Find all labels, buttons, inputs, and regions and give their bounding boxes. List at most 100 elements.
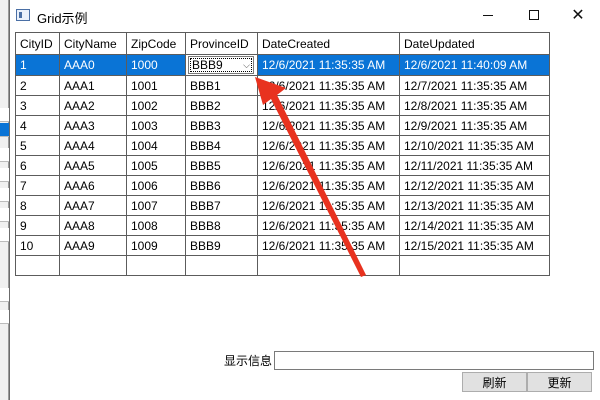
cell-dateupdated[interactable]: 12/11/2021 11:35:35 AM — [399, 155, 550, 176]
refresh-button[interactable]: 刷新 — [462, 372, 527, 392]
cell-zipcode[interactable]: 1000 — [126, 54, 186, 76]
cell-cityid[interactable]: 5 — [15, 135, 60, 156]
column-header-datecreated[interactable]: DateCreated — [257, 32, 400, 55]
cell-datecreated[interactable]: 12/6/2021 11:35:35 AM — [257, 115, 400, 136]
cell-datecreated[interactable]: 12/6/2021 11:35:35 AM — [257, 75, 400, 96]
cell-zipcode[interactable]: 1001 — [126, 75, 186, 96]
cell-datecreated[interactable]: 12/6/2021 11:35:35 AM — [257, 95, 400, 116]
cell-dateupdated[interactable]: 12/9/2021 11:35:35 AM — [399, 115, 550, 136]
background-row — [0, 188, 9, 202]
table-row[interactable]: 1 AAA0 1000 BBB9 ⌵ 12/6/2021 11:35:35 AM 12/6/… — [15, 54, 550, 76]
minimize-button[interactable] — [465, 0, 511, 30]
chevron-down-icon[interactable]: ⌵ — [243, 60, 250, 71]
cell-provinceid[interactable]: BBB9 ⌵ — [185, 54, 258, 76]
cell-dateupdated[interactable]: 12/7/2021 11:35:35 AM — [399, 75, 550, 96]
cell-cityid[interactable]: 10 — [15, 235, 60, 256]
cell-provinceid[interactable]: BBB8 — [185, 215, 258, 236]
cell-cityid[interactable]: 2 — [15, 75, 60, 96]
province-combobox[interactable]: BBB9 ⌵ — [188, 56, 254, 74]
empty-cell[interactable] — [15, 255, 60, 276]
cell-cityname[interactable]: AAA2 — [59, 95, 127, 116]
close-icon: ✕ — [571, 7, 585, 24]
empty-cell[interactable] — [399, 255, 550, 276]
cell-cityid[interactable]: 8 — [15, 195, 60, 216]
cell-cityid[interactable]: 6 — [15, 155, 60, 176]
cell-cityname[interactable]: AAA1 — [59, 75, 127, 96]
table-row[interactable]: 8 AAA7 1007 BBB7 12/6/2021 11:35:35 AM 12/13/… — [15, 195, 550, 216]
data-grid: CityID CityName ZipCode ProvinceID DateC… — [15, 32, 550, 276]
cell-zipcode[interactable]: 1005 — [126, 155, 186, 176]
column-header-cityid[interactable]: CityID — [15, 32, 60, 55]
column-header-dateupdated[interactable]: DateUpdated — [399, 32, 550, 55]
column-header-zipcode[interactable]: ZipCode — [126, 32, 186, 55]
cell-cityname[interactable]: AAA6 — [59, 175, 127, 196]
cell-provinceid[interactable]: BBB7 — [185, 195, 258, 216]
empty-cell[interactable] — [257, 255, 400, 276]
cell-datecreated[interactable]: 12/6/2021 11:35:35 AM — [257, 155, 400, 176]
table-row[interactable]: 2 AAA1 1001 BBB1 12/6/2021 11:35:35 AM 12/7/2… — [15, 75, 550, 96]
cell-cityname[interactable]: AAA9 — [59, 235, 127, 256]
table-row[interactable]: 5 AAA4 1004 BBB4 12/6/2021 11:35:35 AM 12/10/… — [15, 135, 550, 156]
cell-cityname[interactable]: AAA8 — [59, 215, 127, 236]
grid-header-row: CityID CityName ZipCode ProvinceID DateC… — [15, 32, 550, 55]
cell-provinceid[interactable]: BBB9 — [185, 235, 258, 256]
cell-cityid[interactable]: 4 — [15, 115, 60, 136]
cell-datecreated[interactable]: 12/6/2021 11:35:35 AM — [257, 235, 400, 256]
cell-dateupdated[interactable]: 12/12/2021 11:35:35 AM — [399, 175, 550, 196]
empty-cell[interactable] — [126, 255, 186, 276]
cell-cityname[interactable]: AAA3 — [59, 115, 127, 136]
cell-zipcode[interactable]: 1009 — [126, 235, 186, 256]
cell-provinceid[interactable]: BBB5 — [185, 155, 258, 176]
new-row-placeholder[interactable] — [15, 255, 550, 276]
update-button[interactable]: 更新 — [527, 372, 592, 392]
cell-zipcode[interactable]: 1007 — [126, 195, 186, 216]
cell-cityid[interactable]: 3 — [15, 95, 60, 116]
cell-provinceid[interactable]: BBB1 — [185, 75, 258, 96]
cell-dateupdated[interactable]: 12/8/2021 11:35:35 AM — [399, 95, 550, 116]
cell-dateupdated[interactable]: 12/13/2021 11:35:35 AM — [399, 195, 550, 216]
cell-cityname[interactable]: AAA5 — [59, 155, 127, 176]
cell-datecreated[interactable]: 12/6/2021 11:35:35 AM — [257, 135, 400, 156]
background-row — [0, 168, 9, 182]
cell-dateupdated[interactable]: 12/6/2021 11:40:09 AM — [399, 54, 550, 76]
cell-zipcode[interactable]: 1002 — [126, 95, 186, 116]
cell-provinceid[interactable]: BBB3 — [185, 115, 258, 136]
cell-cityid[interactable]: 1 — [15, 54, 60, 76]
cell-dateupdated[interactable]: 12/10/2021 11:35:35 AM — [399, 135, 550, 156]
table-row[interactable]: 9 AAA8 1008 BBB8 12/6/2021 11:35:35 AM 12/14/… — [15, 215, 550, 236]
background-selected-row — [0, 123, 9, 137]
cell-zipcode[interactable]: 1003 — [126, 115, 186, 136]
cell-datecreated[interactable]: 12/6/2021 11:35:35 AM — [257, 195, 400, 216]
cell-cityid[interactable]: 9 — [15, 215, 60, 236]
cell-cityname[interactable]: AAA0 — [59, 54, 127, 76]
table-row[interactable]: 10 AAA9 1009 BBB9 12/6/2021 11:35:35 AM 12/15… — [15, 235, 550, 256]
background-row — [0, 108, 9, 122]
cell-dateupdated[interactable]: 12/15/2021 11:35:35 AM — [399, 235, 550, 256]
cell-provinceid[interactable]: BBB4 — [185, 135, 258, 156]
cell-datecreated[interactable]: 12/6/2021 11:35:35 AM — [257, 54, 400, 76]
table-row[interactable]: 3 AAA2 1002 BBB2 12/6/2021 11:35:35 AM 12/8/2… — [15, 95, 550, 116]
cell-cityname[interactable]: AAA4 — [59, 135, 127, 156]
cell-cityid[interactable]: 7 — [15, 175, 60, 196]
cell-datecreated[interactable]: 12/6/2021 11:35:35 AM — [257, 215, 400, 236]
cell-datecreated[interactable]: 12/6/2021 11:35:35 AM — [257, 175, 400, 196]
info-input[interactable] — [274, 351, 594, 370]
column-header-cityname[interactable]: CityName — [59, 32, 127, 55]
column-header-provinceid[interactable]: ProvinceID — [185, 32, 258, 55]
cell-cityname[interactable]: AAA7 — [59, 195, 127, 216]
title-bar[interactable]: Grid示例 ✕ — [10, 0, 600, 30]
close-button[interactable]: ✕ — [555, 0, 600, 30]
maximize-button[interactable] — [511, 0, 557, 30]
cell-zipcode[interactable]: 1008 — [126, 215, 186, 236]
empty-cell[interactable] — [185, 255, 258, 276]
cell-zipcode[interactable]: 1006 — [126, 175, 186, 196]
cell-dateupdated[interactable]: 12/14/2021 11:35:35 AM — [399, 215, 550, 236]
cell-provinceid[interactable]: BBB6 — [185, 175, 258, 196]
info-label: 显示信息 — [224, 354, 273, 368]
empty-cell[interactable] — [59, 255, 127, 276]
table-row[interactable]: 4 AAA3 1003 BBB3 12/6/2021 11:35:35 AM 12/9/2… — [15, 115, 550, 136]
cell-provinceid[interactable]: BBB2 — [185, 95, 258, 116]
cell-zipcode[interactable]: 1004 — [126, 135, 186, 156]
table-row[interactable]: 6 AAA5 1005 BBB5 12/6/2021 11:35:35 AM 12/11/… — [15, 155, 550, 176]
table-row[interactable]: 7 AAA6 1006 BBB6 12/6/2021 11:35:35 AM 12/12/… — [15, 175, 550, 196]
